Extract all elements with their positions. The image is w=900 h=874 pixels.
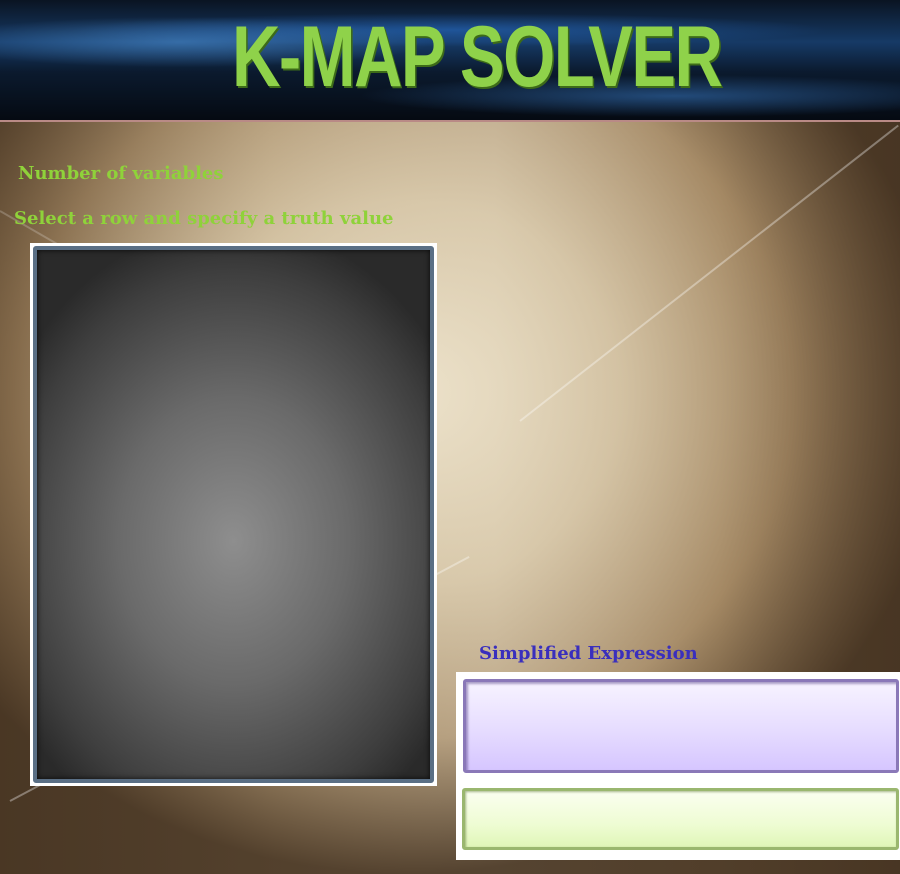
truth-table-frame — [30, 243, 437, 786]
truth-table-panel[interactable] — [33, 246, 434, 783]
result-output[interactable] — [462, 788, 899, 850]
kmap-solver-app: K-MAP SOLVER Number of variables Select … — [0, 0, 900, 874]
header-banner: K-MAP SOLVER — [0, 0, 900, 122]
background-scratch — [519, 124, 899, 422]
simplified-expression-label: Simplified Expression — [479, 643, 698, 664]
app-title: K-MAP SOLVER — [232, 9, 723, 105]
simplified-expression-output[interactable] — [463, 679, 899, 773]
truth-table-instruction-label: Select a row and specify a truth value — [14, 208, 394, 229]
number-of-variables-label: Number of variables — [18, 163, 224, 184]
